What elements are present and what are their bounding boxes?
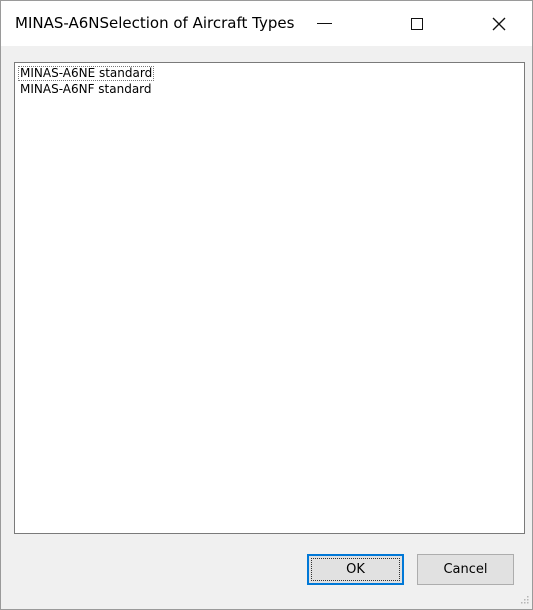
minimize-icon [316,22,332,25]
list-item[interactable]: MINAS-A6NF standard [18,82,154,97]
maximize-icon [411,17,423,30]
close-button[interactable] [466,1,532,46]
close-icon [492,17,506,30]
list-item[interactable]: MINAS-A6NE standard [18,66,155,81]
maximize-button[interactable] [394,1,440,46]
dialog-window: MINAS-A6NSelection of Aircraft Types MIN… [0,0,533,610]
window-title: MINAS-A6NSelection of Aircraft Types [15,14,295,32]
minimize-button[interactable] [301,1,347,46]
title-bar[interactable]: MINAS-A6NSelection of Aircraft Types [1,1,532,46]
focus-rectangle [311,558,400,581]
ok-button[interactable]: OK [307,554,404,585]
cancel-button-label: Cancel [443,562,488,577]
resize-grip-icon[interactable] [519,596,529,606]
cancel-button[interactable]: Cancel [417,554,514,585]
aircraft-type-list[interactable]: MINAS-A6NE standard MINAS-A6NF standard [14,62,525,534]
